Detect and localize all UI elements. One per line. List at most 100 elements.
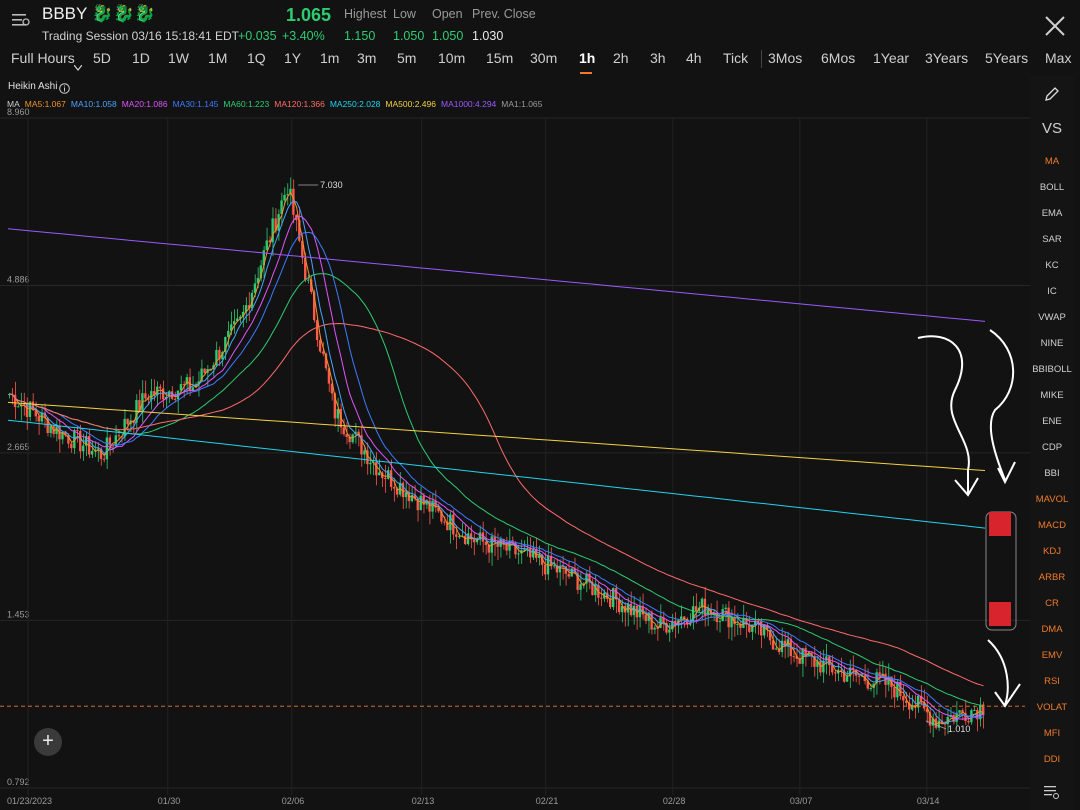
candle-body [342,427,345,435]
candle-body [283,194,286,201]
ma-line [9,273,984,708]
candle-body [472,539,476,543]
indicator-emv[interactable]: EMV [1030,650,1074,661]
candle-body [378,472,381,476]
indicator-nine[interactable]: NINE [1030,338,1074,349]
candle-body [973,709,976,711]
indicator-bbiboll[interactable]: BBIBOLL [1030,364,1074,375]
candle-body [227,330,230,338]
settings-list-icon[interactable] [1044,784,1060,805]
y-tick-label: 2.665 [7,442,30,452]
indicator-mfi[interactable]: MFI [1030,728,1074,739]
candle-body [552,565,556,567]
candle-body [958,710,961,713]
candle-body [579,584,582,590]
indicator-boll[interactable]: BOLL [1030,182,1074,193]
candle-body [653,627,656,630]
candle-body [144,393,147,399]
indicator-bbi[interactable]: BBI [1030,468,1074,479]
ma-line [9,322,984,687]
indicator-ema[interactable]: EMA [1030,208,1074,219]
indicator-ene[interactable]: ENE [1030,416,1074,427]
pencil-icon[interactable] [1044,86,1060,107]
candle-body [443,521,446,523]
candle-body [736,624,739,626]
price-chart[interactable]: 8.960 4.886 2.665 1.453 0.792 01/23/2023 01/30… [0,0,1030,810]
candle-body [318,340,322,352]
candle-body [893,687,896,698]
x-tick-label: 03/07 [790,796,813,806]
candle-body [170,391,174,399]
candle-body [70,443,73,449]
indicator-mike[interactable]: MIKE [1030,390,1074,401]
candle-body [792,656,795,658]
y-tick-label: 8.960 [7,107,30,117]
candle-body [869,688,872,690]
candle-body [600,597,603,599]
candle-body [609,598,612,608]
candle-body [158,386,162,389]
candle-body [363,450,366,455]
high-annotation-label: 7.030 [320,180,343,190]
candle-body [90,450,94,455]
candle-body [839,669,843,671]
x-tick-label: 02/06 [282,796,305,806]
candle-body [404,492,408,498]
candle-body [638,605,641,618]
candle-body [967,720,970,723]
x-tick-label: 02/13 [412,796,435,806]
candle-body [369,462,372,465]
indicator-mavol[interactable]: MAVOL [1030,494,1074,505]
indicator-arbr[interactable]: ARBR [1030,572,1074,583]
indicator-cr[interactable]: CR [1030,598,1074,609]
candle-body [834,672,837,674]
candle-body [694,606,698,612]
candle-body [117,435,120,437]
y-tick-label: 1.453 [7,609,30,619]
candle-body [102,458,106,460]
indicator-sar[interactable]: SAR [1030,234,1074,245]
candle-body [825,656,828,661]
candle-body [161,388,165,400]
drawn-figure [989,602,1011,626]
y-tick-label: 4.886 [7,274,30,284]
add-button[interactable]: + [34,728,62,756]
indicator-macd[interactable]: MACD [1030,520,1074,531]
candle-body [173,398,177,400]
indicator-cdp[interactable]: CDP [1030,442,1074,453]
candle-body [76,430,79,432]
indicator-kc[interactable]: KC [1030,260,1074,271]
tab-max[interactable]: Max [1045,50,1071,66]
candle-body [724,607,727,610]
candle-body [203,368,206,373]
indicator-ic[interactable]: IC [1030,286,1074,297]
drawn-arrow [987,639,1021,708]
indicator-ddi[interactable]: DDI [1030,754,1074,765]
candle-body [419,495,422,511]
x-tick-label: 02/21 [536,796,559,806]
indicator-vwap[interactable]: VWAP [1030,312,1074,323]
indicator-volat[interactable]: VOLAT [1030,702,1074,713]
y-tick-label: 0.792 [7,777,30,787]
candle-body [529,548,532,558]
candle-body [307,279,310,281]
indicator-dma[interactable]: DMA [1030,624,1074,635]
indicator-rsi[interactable]: RSI [1030,676,1074,687]
candle-body [37,416,40,422]
candle-body [668,629,671,633]
candle-body [431,500,434,512]
indicator-ma[interactable]: MA [1030,156,1074,167]
indicator-kdj[interactable]: KDJ [1030,546,1074,557]
drawn-arrow [989,329,1016,485]
candle-body [505,544,508,551]
low-annotation-label: 1.010 [948,724,971,734]
close-icon[interactable] [1044,15,1066,42]
ma-line [9,191,984,725]
candle-body [191,387,194,391]
candle-body [774,648,778,650]
indicator-panel: VS MA BOLL EMA SAR KC IC VWAP NINE BBIBOLL MIKE EN… [1030,76,1074,810]
vs-button[interactable]: VS [1030,120,1074,137]
candle-body [375,461,378,476]
candle-body [321,351,325,354]
candle-body [517,553,520,555]
